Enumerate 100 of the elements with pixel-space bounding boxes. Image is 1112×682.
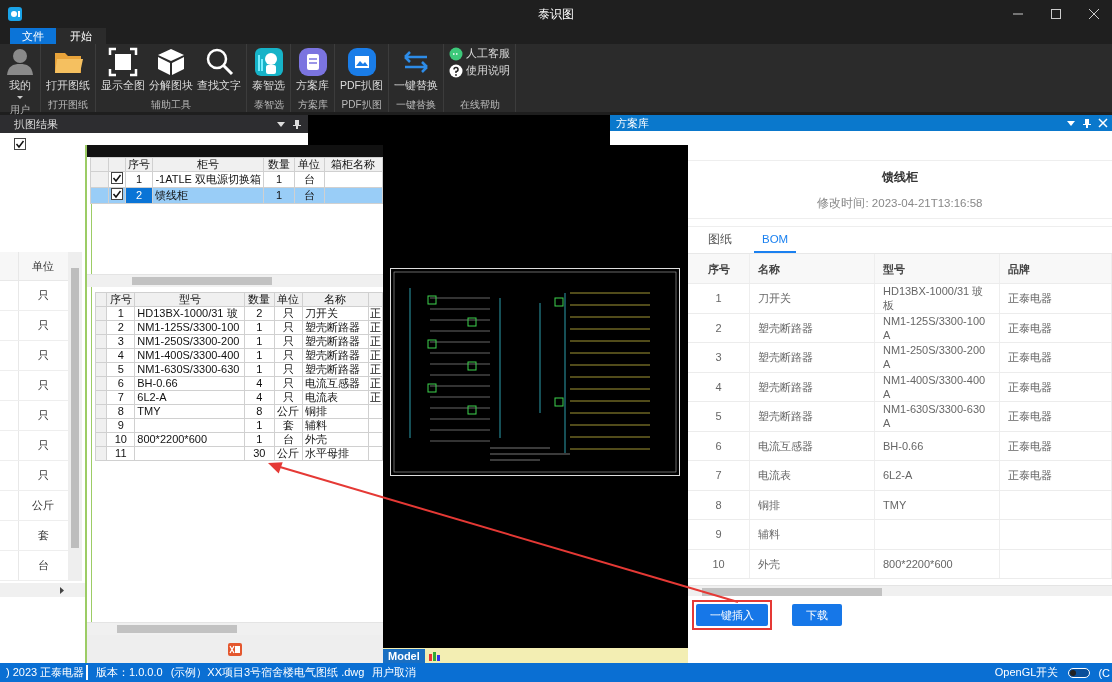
table-cell: 1 <box>263 171 295 188</box>
table-cell: 10 <box>106 432 135 447</box>
table-cell: 1 <box>125 171 153 188</box>
ribbon-button[interactable]: PDF扒图 <box>338 46 385 94</box>
column-header: 单位 <box>31 258 56 274</box>
status-text: OpenGL开关 <box>994 665 1059 680</box>
ribbon-group-label: 打开图纸 <box>47 98 89 112</box>
robot-app-icon <box>253 47 284 77</box>
table-cell: 3 <box>106 334 135 349</box>
layout-icon[interactable] <box>428 650 440 661</box>
table-cell-text: 只 <box>36 288 50 303</box>
pin-icon[interactable] <box>1082 117 1092 129</box>
table-cell: 正泰电器 <box>1000 402 1112 431</box>
ribbon-button[interactable]: 打开图纸 <box>44 46 92 94</box>
table-cell: 1 <box>244 418 275 433</box>
ribbon-link-button[interactable]: 人工客服 <box>449 47 510 61</box>
table-cell-text: 只 <box>36 348 50 363</box>
checkbox[interactable] <box>110 188 123 200</box>
table-cell-text: 只 <box>36 438 50 453</box>
ribbon-button[interactable]: 分解图块 <box>147 46 195 94</box>
table-cell-text: 只 <box>36 378 50 393</box>
ribbon-tab[interactable]: 开始 <box>56 28 106 44</box>
table-cell: 30 <box>244 446 275 461</box>
table-cell: 辅料 <box>750 520 875 549</box>
close-icon[interactable] <box>1088 8 1100 20</box>
scroll-right-icon[interactable] <box>60 586 64 594</box>
document-app-icon <box>297 47 328 77</box>
table-cell: 2 <box>106 320 135 335</box>
ribbon-button[interactable]: 查找文字 <box>195 46 243 94</box>
checkbox[interactable] <box>110 172 123 184</box>
dropdown-icon[interactable] <box>276 119 286 129</box>
column-header: 品牌 <box>1000 254 1112 283</box>
table-cell: 正 <box>368 334 383 349</box>
table-cell: 塑壳断路器 <box>750 343 875 372</box>
table-cell: 1 <box>244 362 275 377</box>
table-cell: NM1-400S/3300-400A <box>875 372 1000 401</box>
table-cell: 1 <box>244 432 275 447</box>
ribbon-button[interactable]: 我的 <box>3 46 37 102</box>
table-cell: 只 <box>274 348 303 363</box>
checkbox[interactable] <box>14 138 26 150</box>
help-icon <box>449 64 463 78</box>
table-cell: 800*2200*600 <box>875 549 1000 578</box>
ribbon-button[interactable]: 显示全图 <box>99 46 147 94</box>
table-cell: 外壳 <box>750 549 875 578</box>
pin-icon[interactable] <box>292 118 302 130</box>
table-cell: 辅料 <box>302 418 369 433</box>
column-header: 柜号 <box>152 157 264 172</box>
table-cell: 5 <box>106 362 135 377</box>
table-cell: 正 <box>368 362 383 377</box>
table-cell: 塑壳断路器 <box>750 313 875 342</box>
table-cell: 11 <box>106 446 135 461</box>
table-cell: 正 <box>368 376 383 391</box>
ribbon-button[interactable]: 一键替换 <box>392 46 440 94</box>
image-app-icon <box>346 47 377 77</box>
panel-title: 扒图结果 <box>14 116 59 132</box>
table-cell: 正 <box>368 320 383 335</box>
ribbon-link-button[interactable]: 使用说明 <box>449 64 510 78</box>
table-cell: 只 <box>274 362 303 377</box>
table-cell: 1 <box>244 334 275 349</box>
table-cell: NM1-630S/3300-630A <box>875 402 1000 431</box>
table-cell: 套 <box>274 418 303 433</box>
table-cell: 1 <box>244 320 275 335</box>
table-row[interactable]: 2 馈线柜 1 台 <box>90 187 383 204</box>
caret-icon <box>17 96 23 99</box>
table-cell: 9 <box>106 418 135 433</box>
table-cell: 外壳 <box>302 432 369 447</box>
table-cell: 正 <box>368 306 383 321</box>
table-cell-text: 公斤 <box>31 498 56 513</box>
table-cell: 4 <box>244 390 275 405</box>
table-cell: 电流表 <box>750 461 875 490</box>
table-cell-text: 只 <box>36 408 50 423</box>
search-icon <box>204 47 234 77</box>
maximize-icon[interactable] <box>1050 8 1062 20</box>
table-cell: 台 <box>274 432 303 447</box>
layout-tab[interactable]: Model <box>383 648 425 663</box>
table-cell: 电流表 <box>302 390 369 405</box>
tab[interactable]: 图纸 <box>700 227 740 253</box>
export-icon[interactable] <box>228 642 242 656</box>
action-button[interactable]: 一键插入 <box>696 604 768 626</box>
table-cell: 水平母排 <box>302 446 369 461</box>
dropdown-icon[interactable] <box>1066 118 1076 128</box>
table-cell: 塑壳断路器 <box>302 320 369 335</box>
column-header: 型号 <box>134 292 245 307</box>
ribbon-group-label: 在线帮助 <box>458 98 501 112</box>
action-button[interactable]: 下载 <box>792 604 842 626</box>
table-cell: 正泰电器 <box>1000 343 1112 372</box>
table-cell: 只 <box>274 334 303 349</box>
table-cell: NM1-250S/3300-200 <box>134 334 245 349</box>
toggle-switch[interactable] <box>1068 667 1091 678</box>
table-cell: 1 <box>106 306 135 321</box>
table-cell: 6L2-A <box>875 461 1000 490</box>
table-cell-text: 台 <box>36 558 50 573</box>
table-row[interactable]: 1 -1ATLE 双电源切换箱 1 台 <box>90 171 383 188</box>
status-text: (C <box>1098 666 1110 679</box>
ribbon-tab[interactable]: 文件 <box>10 28 56 44</box>
ribbon-button[interactable]: 方案库 <box>294 46 331 94</box>
copyright-text: ) 2023 正泰电器 <box>0 665 88 680</box>
cube-icon <box>156 47 186 77</box>
ribbon-button[interactable]: 泰智选 <box>250 46 287 94</box>
table-cell: 2 <box>244 306 275 321</box>
